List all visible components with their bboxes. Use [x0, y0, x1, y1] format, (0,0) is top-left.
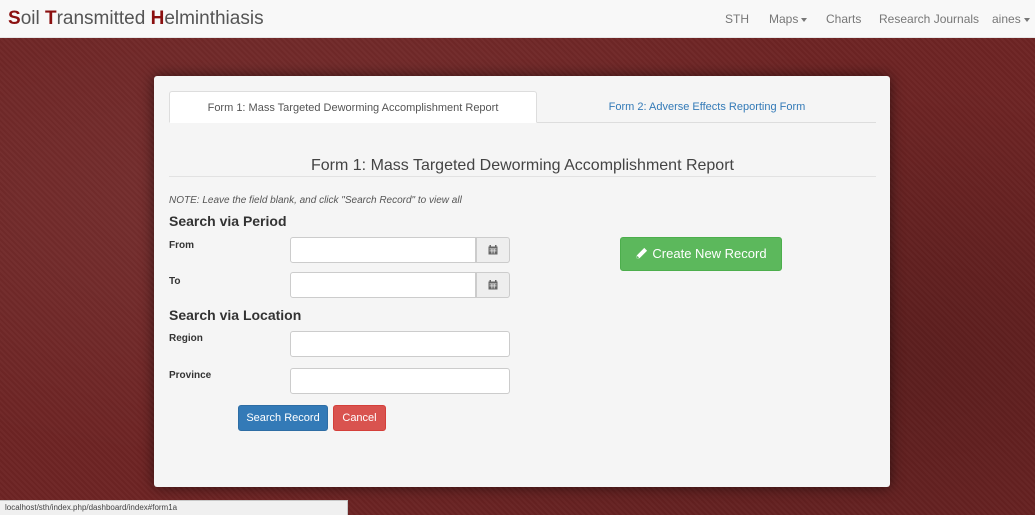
- nav-charts[interactable]: Charts: [826, 11, 861, 27]
- caret-down-icon: [801, 17, 808, 22]
- search-record-button[interactable]: Search Record: [238, 405, 328, 431]
- pencil-icon: [636, 247, 648, 259]
- province-input[interactable]: [290, 368, 510, 394]
- nav-charts-label: Charts: [826, 12, 862, 26]
- nav-user-dropdown[interactable]: aines: [992, 11, 1030, 27]
- from-label: From: [169, 240, 194, 251]
- region-label: Region: [169, 333, 203, 344]
- from-date-input[interactable]: [290, 237, 476, 263]
- nav-maps-dropdown[interactable]: Maps: [769, 11, 808, 27]
- tab-form-1-label: Form 1: Mass Targeted Deworming Accompli…: [207, 102, 499, 114]
- search-location-heading: Search via Location: [169, 307, 302, 323]
- nav-maps-label: Maps: [769, 12, 799, 26]
- from-calendar-button[interactable]: [476, 237, 510, 263]
- nav-user-label: aines: [992, 12, 1021, 26]
- search-period-heading: Search via Period: [169, 213, 287, 229]
- search-record-label: Search Record: [246, 412, 320, 424]
- tab-form-2[interactable]: Form 2: Adverse Effects Reporting Form: [538, 91, 876, 123]
- caret-down-icon: [1023, 17, 1030, 22]
- brand-letter-s: S: [8, 8, 21, 29]
- region-input[interactable]: [290, 331, 510, 357]
- title-divider: [169, 176, 876, 177]
- cancel-label: Cancel: [342, 412, 377, 424]
- nav-sth-label: STH: [725, 12, 749, 26]
- brand-logo[interactable]: Soil Transmitted Helminthiasis: [8, 8, 264, 30]
- create-new-record-label: Create New Record: [652, 246, 767, 261]
- calendar-icon: [488, 245, 498, 255]
- nav-research-journals[interactable]: Research Journals: [879, 11, 979, 27]
- form-title: Form 1: Mass Targeted Deworming Accompli…: [311, 157, 734, 174]
- nav-sth[interactable]: STH: [725, 11, 749, 27]
- calendar-icon: [488, 280, 498, 290]
- brand-text-3: elminthiasis: [164, 8, 264, 29]
- top-navbar: Soil Transmitted Helminthiasis STH Maps …: [0, 0, 1035, 38]
- brand-letter-t: T: [44, 8, 57, 29]
- to-date-input[interactable]: [290, 272, 476, 298]
- status-url: localhost/sth/index.php/dashboard/index#…: [5, 503, 178, 512]
- create-new-record-button[interactable]: Create New Record: [620, 237, 782, 271]
- tab-form-2-label: Form 2: Adverse Effects Reporting Form: [608, 101, 806, 113]
- nav-research-journals-label: Research Journals: [879, 12, 980, 26]
- to-label: To: [169, 276, 181, 287]
- province-label: Province: [169, 370, 212, 381]
- brand-text-2: ransmitted: [56, 8, 151, 29]
- tab-form-1[interactable]: Form 1: Mass Targeted Deworming Accompli…: [169, 91, 537, 123]
- search-note: NOTE: Leave the field blank, and click "…: [169, 195, 462, 206]
- browser-status-bar: localhost/sth/index.php/dashboard/index#…: [0, 500, 348, 515]
- form-panel: Form 1: Mass Targeted Deworming Accompli…: [154, 76, 890, 487]
- brand-text-1: oil: [20, 8, 45, 29]
- cancel-button[interactable]: Cancel: [333, 405, 386, 431]
- to-calendar-button[interactable]: [476, 272, 510, 298]
- brand-letter-h: H: [150, 8, 165, 29]
